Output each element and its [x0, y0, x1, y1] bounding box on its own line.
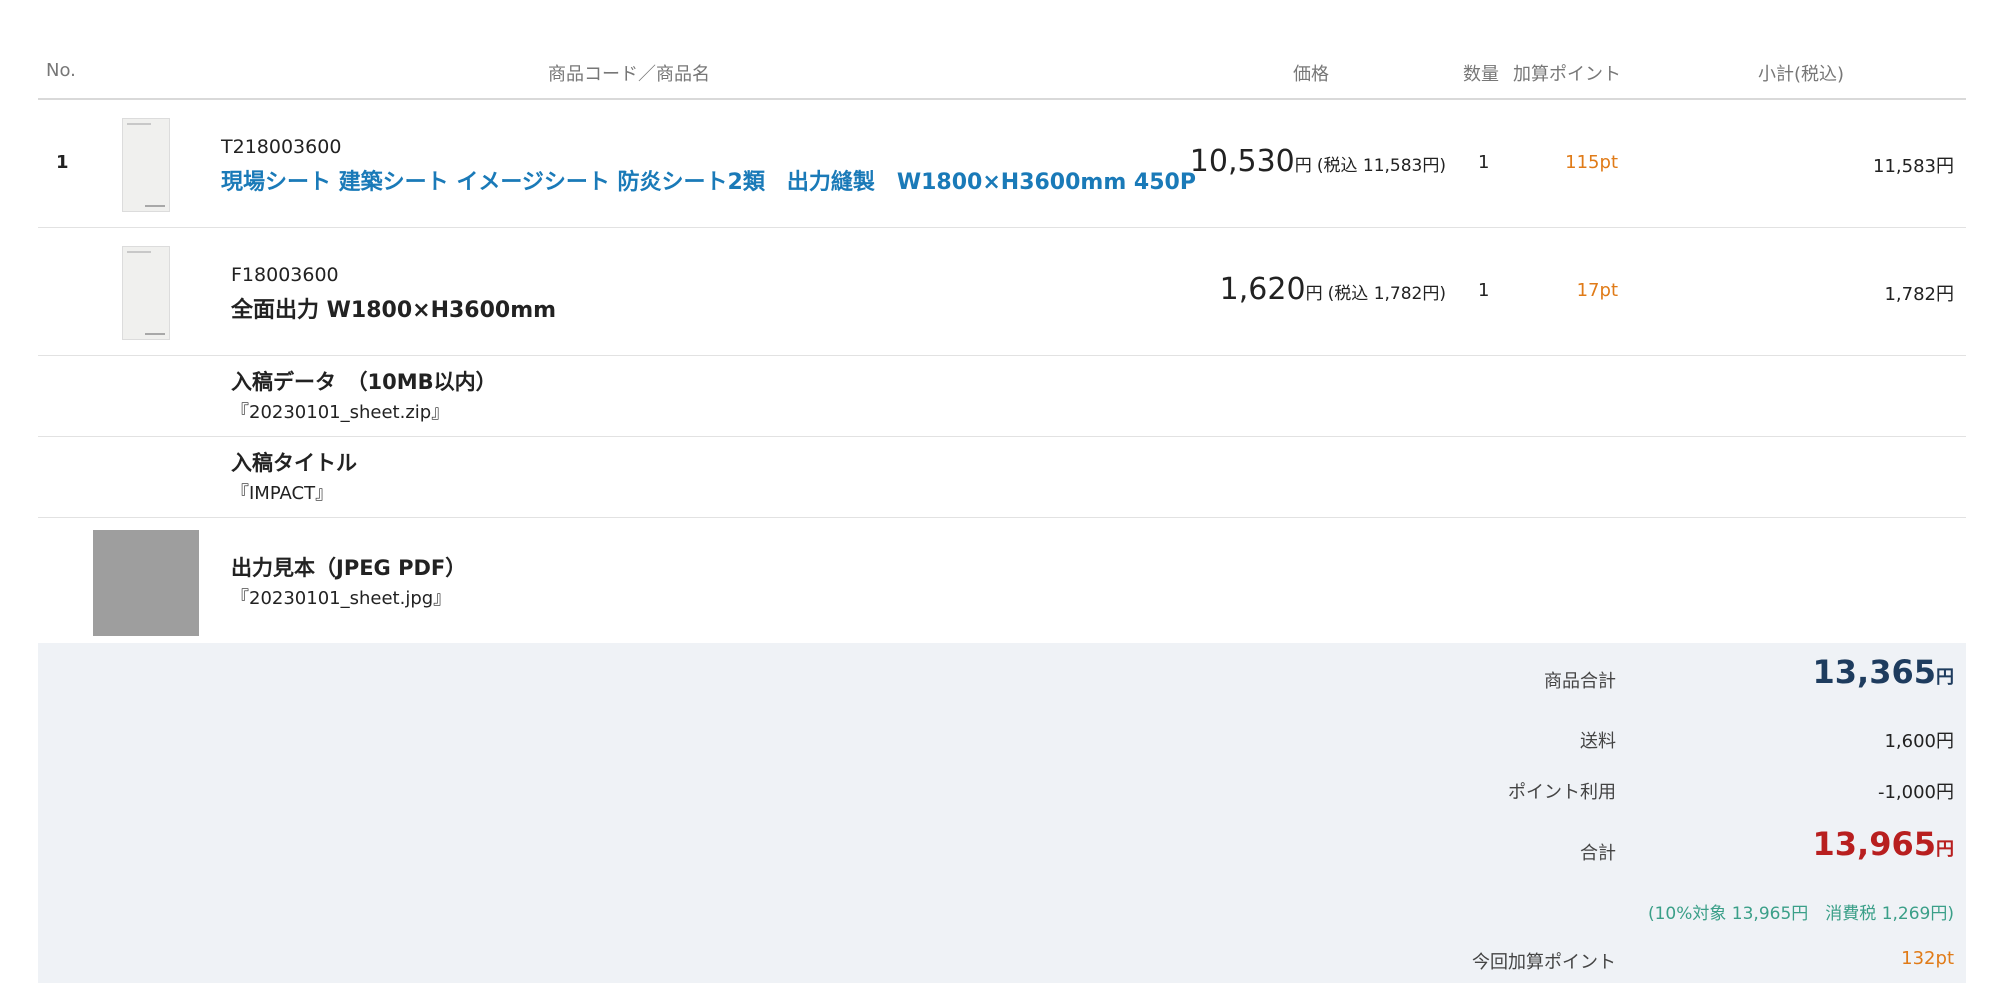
- product-points: 115pt: [1565, 152, 1618, 173]
- goods-total-value: 13,365円: [1813, 653, 1954, 691]
- goods-total-label: 商品合計: [1544, 671, 1616, 692]
- row-number: 1: [56, 152, 69, 173]
- earned-points-label: 今回加算ポイント: [1472, 952, 1616, 973]
- option-name: 全面出力 W1800×H3600mm: [231, 298, 557, 323]
- header-price: 価格: [1293, 64, 1329, 85]
- tax-note: (10%対象 13,965円 消費税 1,269円): [1647, 904, 1954, 924]
- option-code: F18003600: [231, 264, 339, 286]
- total-label: 合計: [1580, 843, 1616, 864]
- price-unit: 円: [1305, 284, 1323, 304]
- product-thumbnail[interactable]: [122, 118, 170, 212]
- points-used-label: ポイント利用: [1508, 782, 1616, 803]
- price-value: 1,620: [1219, 272, 1306, 307]
- goods-total-amount: 13,365: [1812, 653, 1936, 691]
- header-no: No.: [46, 60, 76, 81]
- table-row: 1 T218003600 現場シート 建築シート イメージシート 防炎シート2類…: [38, 100, 1966, 228]
- total-amount: 13,965: [1812, 825, 1936, 863]
- option-price: 1,620円 (税込 1,782円): [1220, 272, 1446, 307]
- product-qty: 1: [1478, 152, 1490, 173]
- price-unit: 円: [1294, 156, 1312, 176]
- product-code: T218003600: [221, 136, 342, 158]
- upload-data-row: 入稿データ （10MB以内） 『20230101_sheet.zip』: [38, 356, 1966, 437]
- product-name-link[interactable]: 現場シート 建築シート イメージシート 防炎シート2類 出力縫製 W1800×H…: [221, 164, 1196, 196]
- points-used-value: -1,000円: [1877, 782, 1954, 803]
- header-product: 商品コード／商品名: [548, 64, 710, 85]
- total-value: 13,965円: [1813, 825, 1954, 863]
- option-subtotal: 1,782円: [1884, 284, 1954, 305]
- header-qty: 数量: [1463, 64, 1499, 85]
- price-tax: (税込 1,782円): [1327, 284, 1446, 304]
- price-value: 10,530: [1189, 144, 1295, 179]
- product-price: 10,530円 (税込 11,583円): [1190, 144, 1446, 179]
- goods-total-unit: 円: [1936, 667, 1954, 688]
- shipping-value: 1,600円: [1884, 731, 1954, 752]
- option-qty: 1: [1478, 280, 1490, 301]
- sample-preview-image[interactable]: [93, 530, 199, 636]
- product-subtotal: 11,583円: [1873, 156, 1954, 177]
- sample-title: 出力見本（JPEG PDF）: [231, 556, 467, 580]
- order-summary: 商品合計 13,365円 送料 1,600円 ポイント利用 -1,000円 合計…: [38, 643, 1966, 983]
- upload-title-row: 入稿タイトル 『IMPACT』: [38, 437, 1966, 518]
- shipping-label: 送料: [1580, 731, 1616, 752]
- price-tax: (税込 11,583円): [1316, 156, 1446, 176]
- option-points: 17pt: [1576, 280, 1618, 301]
- sample-filename: 『20230101_sheet.jpg』: [231, 588, 452, 609]
- upload-data-filename: 『20230101_sheet.zip』: [231, 402, 450, 423]
- table-row: F18003600 全面出力 W1800×H3600mm 1,620円 (税込 …: [38, 228, 1966, 356]
- upload-title-value: 『IMPACT』: [231, 483, 334, 504]
- earned-points-value: 132pt: [1901, 948, 1954, 969]
- header-subtotal: 小計(税込): [1758, 64, 1845, 85]
- total-unit: 円: [1936, 839, 1954, 860]
- option-thumbnail: [122, 246, 170, 340]
- table-header: No. 商品コード／商品名 価格 数量 加算ポイント 小計(税込): [38, 54, 1966, 100]
- header-points: 加算ポイント: [1513, 64, 1621, 85]
- upload-title-label: 入稿タイトル: [231, 451, 357, 475]
- output-sample-row: 出力見本（JPEG PDF） 『20230101_sheet.jpg』: [38, 518, 1966, 643]
- upload-data-title: 入稿データ （10MB以内）: [231, 370, 497, 394]
